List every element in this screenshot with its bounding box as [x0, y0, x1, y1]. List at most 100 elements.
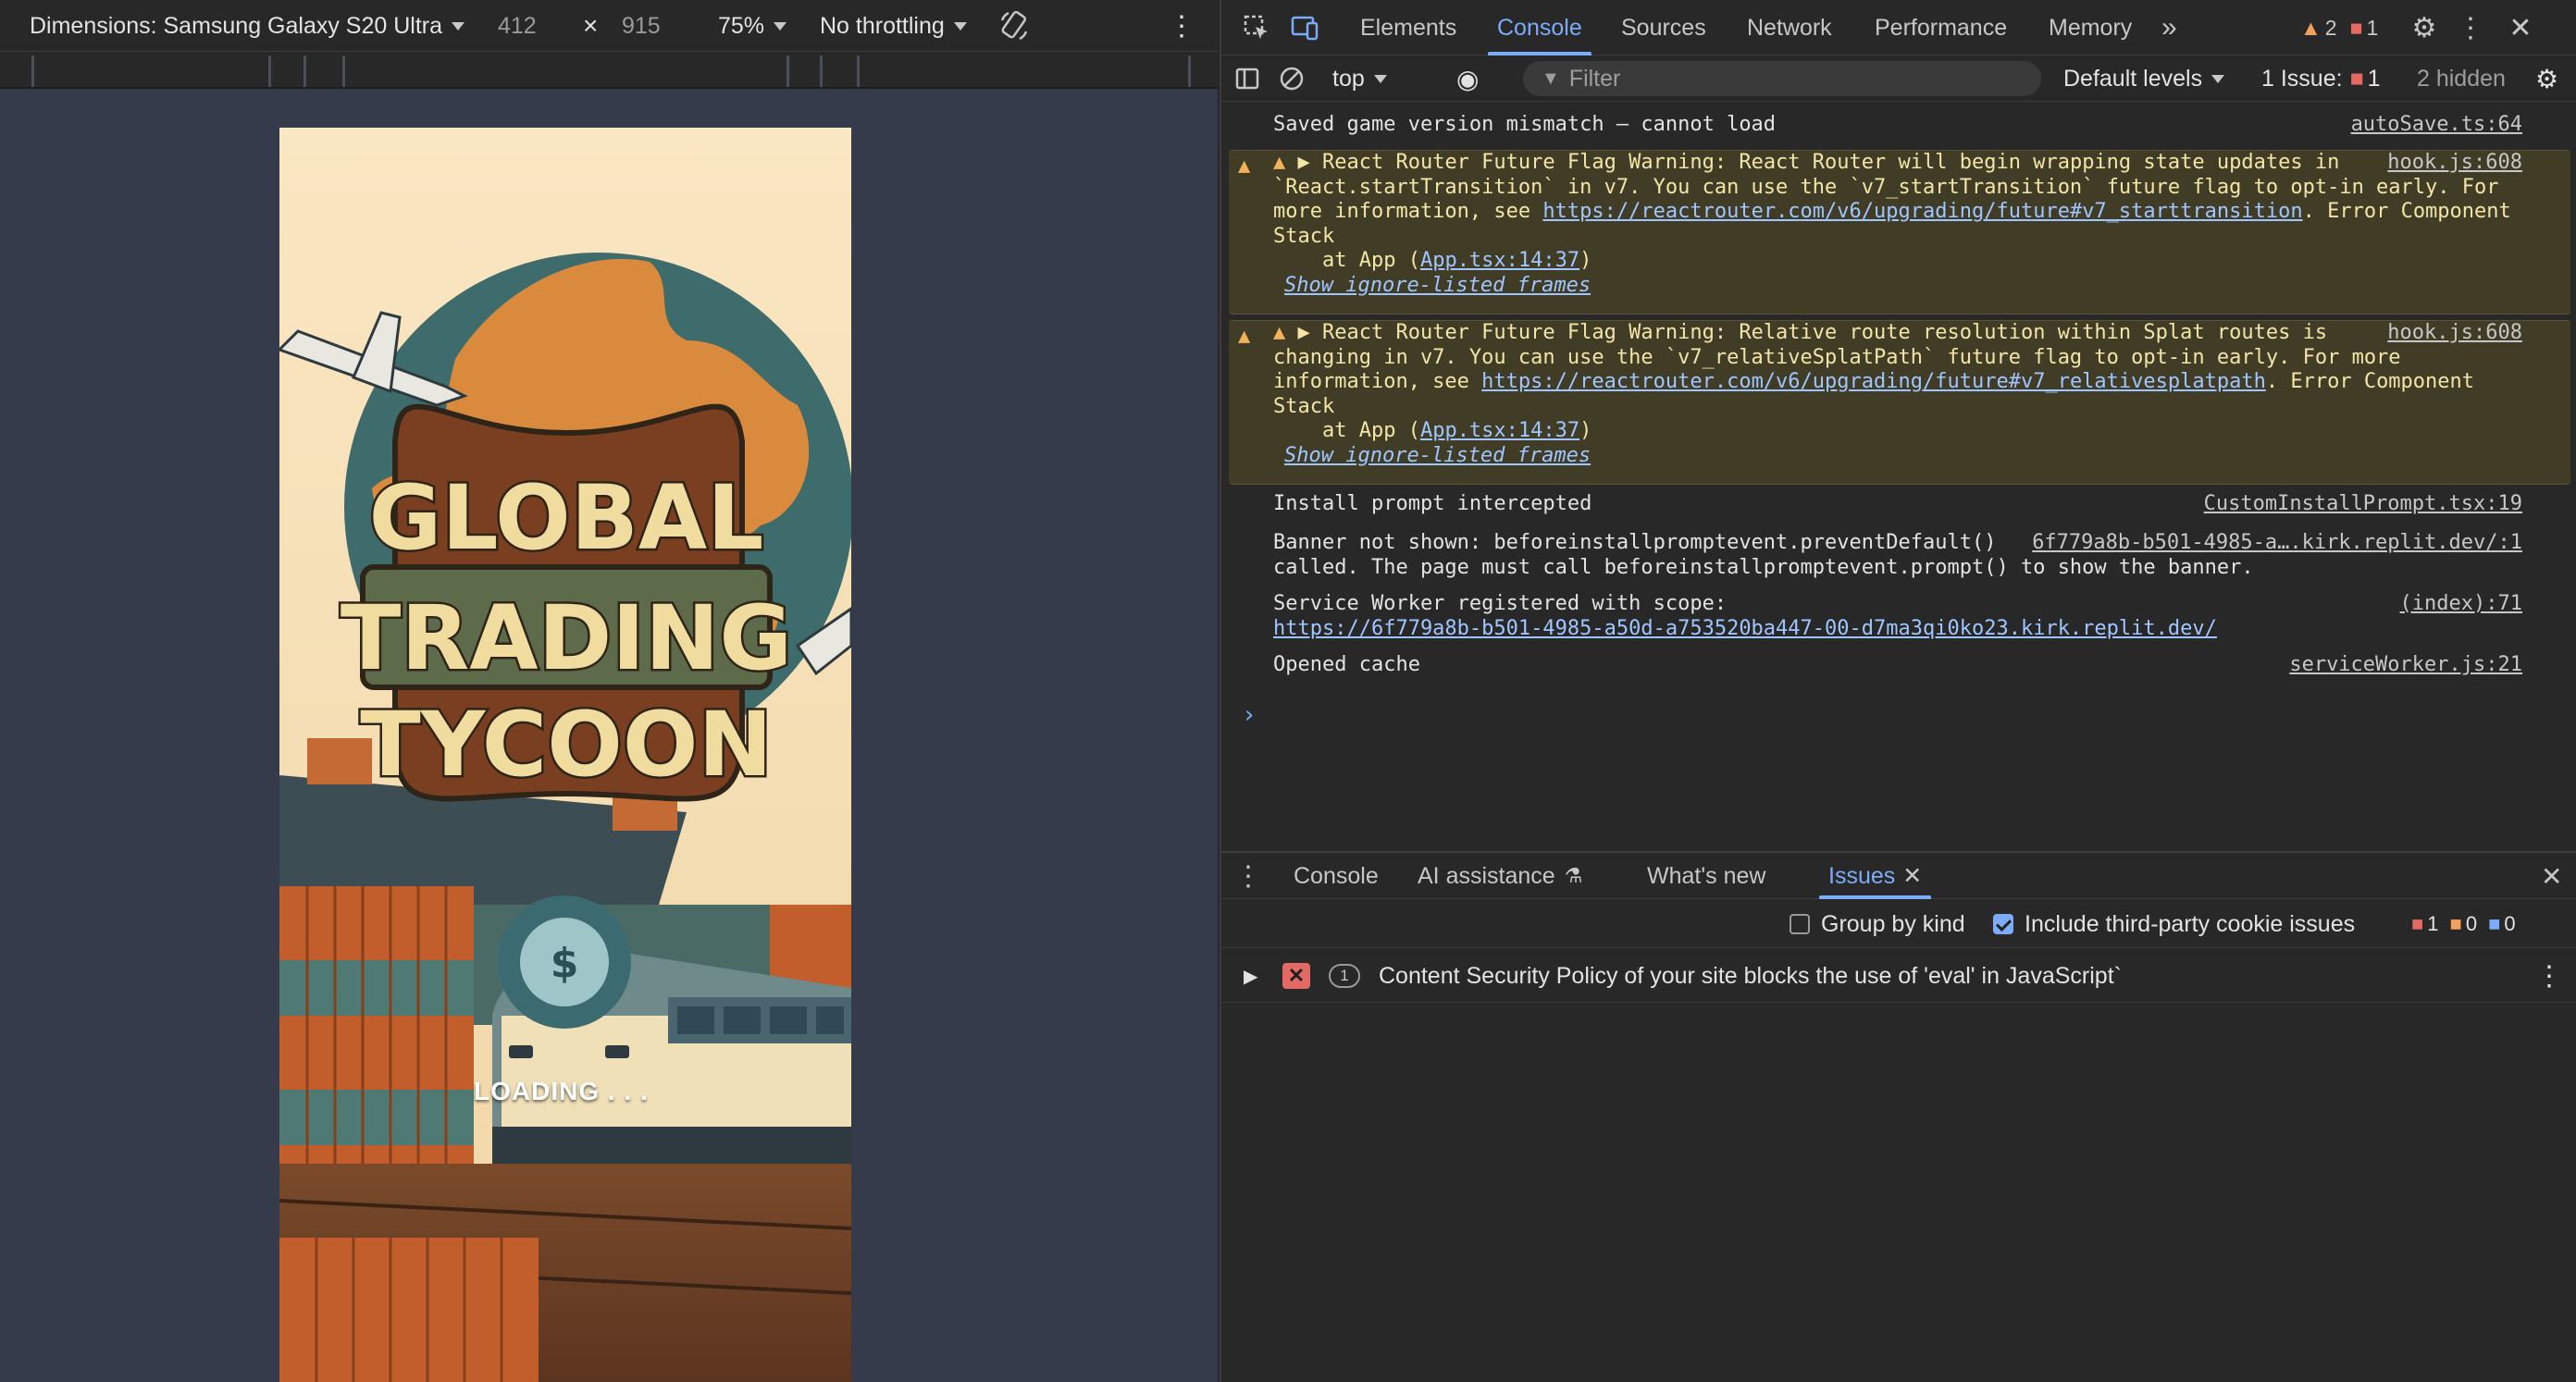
message-source-link[interactable]: autoSave.ts:64: [2351, 113, 2522, 138]
warning-link[interactable]: https://reactrouter.com/v6/upgrading/fut…: [1481, 370, 2266, 393]
kebab-menu-icon[interactable]: ⋮: [1168, 0, 1195, 52]
warning-link[interactable]: https://reactrouter.com/v6/upgrading/fut…: [1542, 200, 2302, 223]
inspect-element-icon[interactable]: [1240, 11, 1273, 44]
tab-sources[interactable]: Sources: [1621, 0, 1706, 56]
warning-text: more information, see: [1273, 200, 1543, 223]
checkbox[interactable]: [1993, 914, 2013, 934]
device-toolbar-toggle-icon[interactable]: [1288, 11, 1321, 44]
close-drawer-icon[interactable]: ✕: [2541, 853, 2562, 899]
tab-elements[interactable]: Elements: [1360, 0, 1456, 56]
warning-text: more information, see https://reactroute…: [1273, 200, 2515, 225]
close-tab-icon[interactable]: ✕: [1902, 862, 1922, 890]
log-levels-selector[interactable]: Default levels: [2063, 56, 2225, 102]
message-source-link[interactable]: CustomInstallPrompt.tsx:19: [2204, 492, 2522, 517]
close-devtools-icon[interactable]: ✕: [2506, 13, 2535, 43]
warning-text: information, see https://reactrouter.com…: [1273, 370, 2515, 395]
message-source-link[interactable]: hook.js:608: [2387, 321, 2522, 346]
loading-text: LOADING . . .: [474, 1077, 649, 1105]
device-viewport[interactable]: GLOBAL TRADING TYCOON $ LOADING . . .: [279, 128, 851, 1382]
ruler-tick: [342, 56, 345, 87]
throttling-label: No throttling: [820, 12, 945, 39]
console-message: Service Worker registered with scope: ht…: [1221, 592, 2576, 641]
tab-memory[interactable]: Memory: [2049, 0, 2132, 56]
warning-line[interactable]: ▲ ▶ React Router Future Flag Warning: Re…: [1273, 321, 2515, 346]
device-selector[interactable]: Dimensions: Samsung Galaxy S20 Ultra: [30, 0, 465, 52]
chevron-down-icon: [452, 21, 465, 31]
error-count: 1: [2366, 15, 2379, 40]
issues-counter[interactable]: 1 Issue: ■ 1: [2261, 56, 2381, 102]
sidebar-toggle-icon[interactable]: [1234, 56, 1264, 102]
media-query-ruler[interactable]: [0, 52, 1218, 89]
ruler-tick: [1188, 56, 1191, 87]
context-selector[interactable]: top: [1332, 56, 1387, 102]
group-by-kind-checkbox[interactable]: Group by kind: [1790, 900, 1965, 948]
tab-console[interactable]: Console: [1488, 0, 1591, 56]
message-source-link[interactable]: 6f779a8b-b501-4985-a….kirk.replit.dev/:1: [2032, 531, 2522, 556]
console-message: Saved game version mismatch – cannot loa…: [1221, 113, 2576, 138]
checkbox[interactable]: [1790, 914, 1810, 934]
console-settings-gear-icon[interactable]: ⚙: [2535, 56, 2558, 102]
message-text: Service Worker registered with scope:: [1273, 592, 1728, 615]
issue-row[interactable]: ▶ ✕ 1 Content Security Policy of your si…: [1221, 949, 2576, 1003]
show-ignore-listed-frames-link[interactable]: Show ignore-listed frames: [1284, 274, 1591, 297]
filter-placeholder: Filter: [1568, 65, 1621, 92]
drawer-tab-console[interactable]: Console: [1294, 853, 1379, 899]
filter-input[interactable]: ▼ Filter: [1523, 61, 2041, 96]
warning-text: ▶ React Router Future Flag Warning: Rela…: [1297, 321, 2328, 344]
width-input[interactable]: 412: [498, 0, 537, 52]
drawer-menu-icon[interactable]: ⋮: [1234, 853, 1262, 899]
tab-performance[interactable]: Performance: [1875, 0, 2007, 56]
message-source-link[interactable]: serviceWorker.js:21: [2289, 653, 2522, 678]
clear-console-icon[interactable]: [1279, 56, 1308, 102]
warning-line[interactable]: ▲ ▶ React Router Future Flag Warning: Re…: [1273, 151, 2515, 176]
settings-gear-icon[interactable]: ⚙: [2409, 13, 2439, 43]
context-label: top: [1332, 65, 1365, 92]
log-levels-label: Default levels: [2063, 65, 2203, 92]
message-text: called. The page must call beforeinstall…: [1273, 555, 2254, 579]
throttling-selector[interactable]: No throttling: [820, 0, 967, 52]
warning-text: `React.startTransition` in v7. You can u…: [1273, 175, 2499, 199]
warning-counter[interactable]: ▲ 2 ■ 1: [2300, 0, 2378, 56]
drawer-tab-label: AI assistance: [1418, 862, 1555, 889]
rotate-icon[interactable]: [997, 0, 1031, 52]
issue-menu-icon[interactable]: ⋮: [2535, 949, 2563, 1003]
error-icon: ■: [2349, 65, 2364, 92]
device-emulation-pane: Dimensions: Samsung Galaxy S20 Ultra 412…: [0, 0, 1218, 1382]
zoom-selector[interactable]: 75%: [718, 0, 787, 52]
drawer-tab-whats-new[interactable]: What's new: [1647, 853, 1765, 899]
warning-text: Stack: [1273, 394, 1335, 418]
drawer-tab-issues[interactable]: Issues ✕: [1818, 853, 1932, 899]
height-input[interactable]: 915: [622, 0, 661, 52]
issues-toolbar: Group by kind Include third-party cookie…: [1221, 900, 2576, 948]
service-worker-scope-link[interactable]: https://6f779a8b-b501-4985-a50d-a753520b…: [1273, 617, 2522, 642]
console-prompt[interactable]: ›: [1242, 701, 1257, 729]
ruler-tick: [303, 56, 306, 87]
drawer-tab-ai-assistance[interactable]: AI assistance ⚗: [1418, 853, 1582, 899]
device-selector-label: Dimensions: Samsung Galaxy S20 Ultra: [30, 12, 443, 39]
message-source-link[interactable]: hook.js:608: [2387, 151, 2522, 176]
message-text: Opened cache: [1273, 653, 1420, 676]
issues-count: 1: [2367, 65, 2381, 92]
kebab-menu-icon[interactable]: ⋮: [2457, 13, 2484, 43]
ruler-tick: [820, 56, 823, 87]
tab-network[interactable]: Network: [1747, 0, 1832, 56]
stack-link[interactable]: App.tsx:14:37: [1420, 419, 1579, 442]
stack-text: at App (: [1273, 249, 1420, 272]
coin-icon: $: [551, 940, 579, 987]
devtools-drawer: ⋮ Console AI assistance ⚗ What's new Iss…: [1221, 851, 2576, 1382]
error-count: 1: [2427, 912, 2439, 935]
live-expression-eye-icon[interactable]: ◉: [1456, 56, 1479, 102]
stack-text: ): [1579, 249, 1592, 272]
ruler-tick: [786, 56, 789, 87]
warning-icon: ■: [2449, 912, 2462, 935]
more-tabs-icon[interactable]: »: [2161, 0, 2177, 56]
stack-link[interactable]: App.tsx:14:37: [1420, 249, 1579, 272]
warning-text: changing in v7. You can use the `v7_rela…: [1273, 345, 2401, 369]
include-third-party-checkbox[interactable]: Include third-party cookie issues: [1993, 900, 2355, 948]
hidden-count: 2 hidden: [2417, 65, 2506, 92]
info-icon: ■: [2488, 912, 2501, 935]
expand-arrow-icon[interactable]: ▶: [1244, 949, 1257, 1003]
message-source-link[interactable]: (index):71: [2400, 592, 2522, 617]
device-toolbar: Dimensions: Samsung Galaxy S20 Ultra 412…: [0, 0, 1218, 52]
show-ignore-listed-frames-link[interactable]: Show ignore-listed frames: [1284, 444, 1591, 467]
